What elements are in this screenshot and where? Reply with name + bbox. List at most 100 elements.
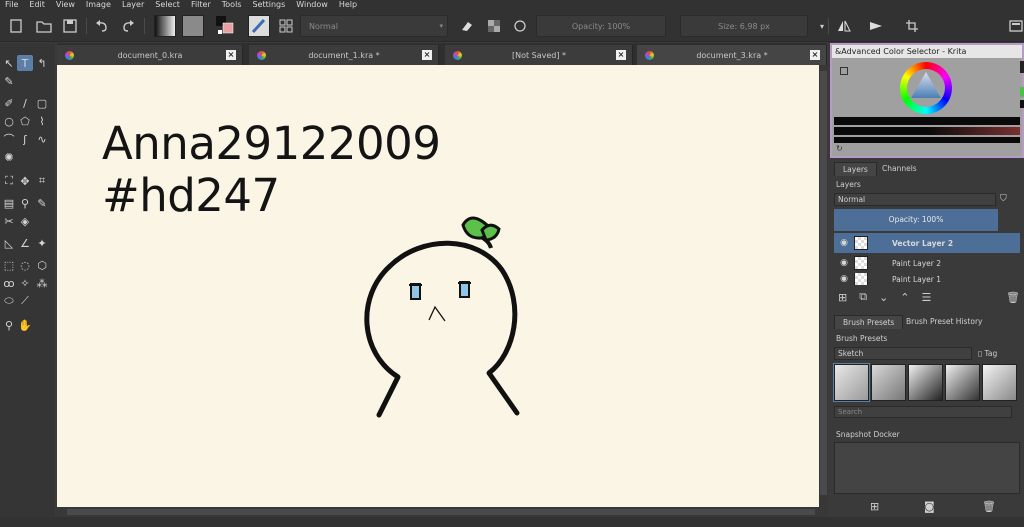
color-history-swatch[interactable] (1020, 87, 1024, 97)
smart-patch-tool-icon[interactable]: ✂ (1, 213, 17, 229)
assistant-tool-icon[interactable]: ◺ (1, 235, 17, 251)
canvas[interactable]: Anna29122009 #hd247 (57, 65, 819, 507)
wrap-around-icon[interactable] (902, 16, 922, 36)
pattern-swatch[interactable] (182, 15, 204, 37)
ellipse-select-tool-icon[interactable]: ◌ (17, 257, 33, 273)
eye-icon[interactable]: ◉ (838, 274, 850, 284)
snapshot-list[interactable] (834, 442, 1020, 494)
filter-icon[interactable]: ⛉ (1000, 194, 1007, 204)
brush-preset-icon[interactable] (248, 15, 270, 37)
polygon-select-tool-icon[interactable]: ⬡ (34, 257, 50, 273)
brush-preset-marker[interactable] (945, 364, 980, 401)
fill-tool-icon[interactable]: ◈ (17, 213, 33, 229)
menu-edit[interactable]: Edit (24, 0, 51, 10)
move-tool-icon[interactable]: ✥ (17, 173, 33, 189)
reference-images-tool-icon[interactable]: ✦ (34, 235, 50, 251)
redo-icon[interactable] (118, 16, 138, 36)
brush-preset-ink[interactable] (908, 364, 943, 401)
eye-icon[interactable]: ◉ (838, 238, 850, 248)
add-snapshot-icon[interactable]: ⊞ (870, 500, 879, 513)
tab-document-3[interactable]: document_3.kra * × (637, 45, 827, 65)
menu-select[interactable]: Select (150, 0, 186, 10)
layer-row-paint-layer-1[interactable]: ◉ Paint Layer 1 (834, 273, 1020, 285)
open-folder-icon[interactable] (34, 16, 54, 36)
tab-document-0[interactable]: document_0.kra × (57, 45, 243, 65)
close-icon[interactable]: × (810, 50, 820, 60)
gradient-tool-icon[interactable]: ▤ (1, 195, 17, 211)
bezier-curve-tool-icon[interactable]: ⌒ (1, 131, 17, 147)
color-history-swatch[interactable] (1020, 61, 1024, 73)
dynamic-brush-tool-icon[interactable]: ∿ (34, 131, 50, 147)
menu-window[interactable]: Window (291, 0, 334, 10)
tab-brush-presets[interactable]: Brush Presets (834, 315, 904, 329)
mirror-vertical-icon[interactable] (866, 16, 886, 36)
delete-snapshot-icon[interactable]: 🗑 (982, 500, 996, 513)
horizontal-scrollbar[interactable] (57, 507, 827, 517)
brush-search-input[interactable]: Search (834, 406, 1012, 418)
shade-slider[interactable] (834, 127, 1020, 135)
size-slider[interactable]: Size: 6,98 px (680, 15, 808, 37)
size-dropdown-icon[interactable]: ▾ (812, 16, 832, 36)
reload-preset-icon[interactable] (510, 16, 530, 36)
calligraphy-tool-icon[interactable]: ✎ (1, 73, 17, 89)
new-document-icon[interactable] (6, 16, 26, 36)
similar-select-tool-icon[interactable]: ⁂ (34, 275, 50, 291)
rectangle-tool-icon[interactable]: ▢ (34, 95, 50, 111)
color-history-swatch[interactable] (1020, 100, 1024, 108)
layer-row-vector-layer-2[interactable]: ◉ Vector Layer 2 (834, 233, 1020, 253)
move-down-icon[interactable]: ⌄ (879, 291, 888, 304)
text-tool-icon[interactable]: T (17, 55, 33, 71)
polyline-tool-icon[interactable]: ⌇ (34, 113, 50, 129)
bezier-select-tool-icon[interactable]: ⬭ (1, 293, 17, 309)
fg-bg-color-icon[interactable] (214, 15, 234, 35)
tab-brush-preset-history[interactable]: Brush Preset History (898, 315, 990, 329)
brush-preset-airbrush[interactable] (871, 364, 906, 401)
undo-icon[interactable] (92, 16, 112, 36)
close-icon[interactable]: × (226, 50, 236, 60)
camera-icon[interactable]: ◙ (924, 500, 935, 513)
pan-tool-icon[interactable]: ✋ (17, 317, 33, 333)
opacity-slider[interactable]: Opacity: 100% (536, 15, 666, 37)
vertical-scrollbar[interactable] (819, 65, 828, 507)
menu-file[interactable]: File (0, 0, 24, 10)
menu-help[interactable]: Help (334, 0, 363, 10)
freehand-path-tool-icon[interactable]: ʃ (17, 131, 33, 147)
line-tool-icon[interactable]: / (17, 95, 33, 111)
crop-tool-icon[interactable]: ⌗ (34, 173, 50, 189)
brush-group-select[interactable]: Sketch (834, 347, 972, 360)
colorize-mask-tool-icon[interactable]: ✎ (34, 195, 50, 211)
blend-mode-select[interactable]: Normal ▾ (300, 15, 448, 37)
add-layer-icon[interactable]: ⊞ (838, 291, 847, 304)
polygon-tool-icon[interactable]: ⬠ (17, 113, 33, 129)
edit-shapes-tool-icon[interactable]: ↰ (34, 55, 50, 71)
tab-layers[interactable]: Layers (834, 162, 877, 176)
move-up-icon[interactable]: ⌃ (900, 291, 909, 304)
shade-slider[interactable] (834, 137, 1020, 143)
menu-settings[interactable]: Settings (247, 0, 291, 10)
tab-document-1[interactable]: document_1.kra * × (249, 45, 439, 65)
select-shapes-tool-icon[interactable]: ↖ (1, 55, 17, 71)
ellipse-tool-icon[interactable]: ○ (1, 113, 17, 129)
brush-preset-pencil[interactable] (833, 363, 870, 402)
transform-tool-icon[interactable]: ⛶ (1, 173, 17, 189)
layer-blend-mode-select[interactable]: Normal (834, 193, 996, 206)
freehand-brush-tool-icon[interactable]: ✐ (1, 95, 17, 111)
mirror-horizontal-icon[interactable] (834, 16, 854, 36)
workspace-icon[interactable] (1006, 16, 1024, 36)
menu-view[interactable]: View (51, 0, 81, 10)
magnetic-select-tool-icon[interactable]: ⟋ (17, 293, 33, 309)
save-icon[interactable] (60, 16, 80, 36)
shade-slider[interactable] (834, 117, 1020, 125)
menu-layer[interactable]: Layer (117, 0, 150, 10)
rect-select-tool-icon[interactable]: ⬚ (1, 257, 17, 273)
tag-button[interactable]: ▯ Tag (978, 349, 997, 358)
zoom-tool-icon[interactable]: ⚲ (1, 317, 17, 333)
layer-properties-icon[interactable]: ☰ (922, 291, 932, 304)
menu-image[interactable]: Image (81, 0, 117, 10)
delete-layer-icon[interactable]: 🗑 (1006, 291, 1020, 304)
tab-channels[interactable]: Channels (874, 162, 925, 176)
grid-menu-icon[interactable] (276, 16, 296, 36)
multibrush-tool-icon[interactable]: ✺ (1, 149, 17, 165)
gradient-swatch[interactable] (154, 15, 176, 37)
duplicate-layer-icon[interactable]: ⧉ (859, 290, 867, 304)
